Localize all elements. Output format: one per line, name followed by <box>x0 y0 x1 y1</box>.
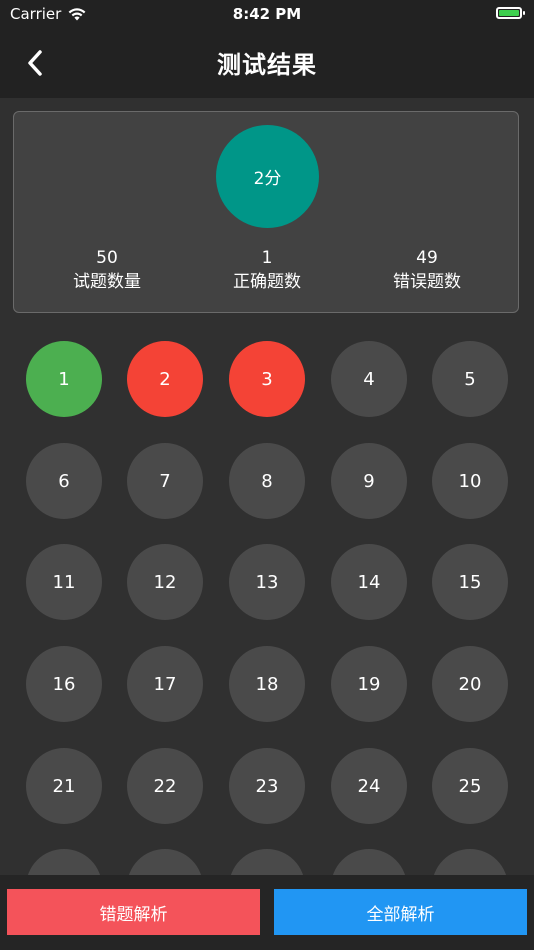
question-item[interactable]: 5 <box>432 341 508 417</box>
question-item[interactable] <box>432 849 508 875</box>
bottom-action-bar: 错题解析 全部解析 <box>0 875 534 950</box>
question-item[interactable]: 19 <box>331 646 407 722</box>
question-item[interactable]: 8 <box>229 443 305 519</box>
stat-total-value: 50 <box>96 248 118 268</box>
stat-wrong-value: 49 <box>416 248 438 268</box>
status-right <box>496 5 525 19</box>
question-item[interactable]: 21 <box>26 748 102 824</box>
status-bar: Carrier 8:42 PM <box>0 0 534 28</box>
question-item[interactable]: 12 <box>127 544 203 620</box>
question-item[interactable]: 1 <box>26 341 102 417</box>
question-item[interactable]: 24 <box>331 748 407 824</box>
question-item[interactable]: 22 <box>127 748 203 824</box>
question-item[interactable]: 18 <box>229 646 305 722</box>
question-item[interactable] <box>331 849 407 875</box>
question-item[interactable]: 7 <box>127 443 203 519</box>
question-item[interactable]: 10 <box>432 443 508 519</box>
question-item[interactable]: 6 <box>26 443 102 519</box>
stat-correct-label: 正确题数 <box>233 272 301 292</box>
question-item[interactable] <box>26 849 102 875</box>
page-title: 测试结果 <box>217 51 317 79</box>
question-item[interactable]: 20 <box>432 646 508 722</box>
stat-wrong-label: 错误题数 <box>393 272 461 292</box>
wrong-analysis-button[interactable]: 错题解析 <box>7 889 260 935</box>
stat-correct: 1 正确题数 <box>207 246 327 294</box>
all-analysis-button[interactable]: 全部解析 <box>274 889 527 935</box>
question-item[interactable]: 14 <box>331 544 407 620</box>
stat-total: 50 试题数量 <box>47 246 167 294</box>
status-time: 8:42 PM <box>232 5 302 23</box>
battery-icon <box>496 7 525 19</box>
question-item[interactable] <box>127 849 203 875</box>
stat-wrong: 49 错误题数 <box>367 246 487 294</box>
question-item[interactable] <box>229 849 305 875</box>
question-item[interactable]: 13 <box>229 544 305 620</box>
score-summary-card: 2分 50 试题数量 1 正确题数 49 错误题数 <box>13 111 519 313</box>
question-item[interactable]: 17 <box>127 646 203 722</box>
stat-total-label: 试题数量 <box>73 272 141 292</box>
question-item[interactable]: 16 <box>26 646 102 722</box>
score-circle: 2分 <box>216 125 319 228</box>
question-item[interactable]: 4 <box>331 341 407 417</box>
nav-bar: 测试结果 <box>0 28 534 98</box>
question-item[interactable]: 11 <box>26 544 102 620</box>
question-item[interactable]: 2 <box>127 341 203 417</box>
battery-fill <box>499 10 519 16</box>
stat-correct-value: 1 <box>261 248 273 268</box>
question-item[interactable]: 23 <box>229 748 305 824</box>
question-grid: 1 2 3 4 5 6 7 8 9 10 11 12 13 14 15 16 17 18 19 20 21 22 23 24 2… <box>0 340 534 875</box>
question-item[interactable]: 25 <box>432 748 508 824</box>
question-item[interactable]: 3 <box>229 341 305 417</box>
question-item[interactable]: 9 <box>331 443 407 519</box>
question-item[interactable]: 15 <box>432 544 508 620</box>
